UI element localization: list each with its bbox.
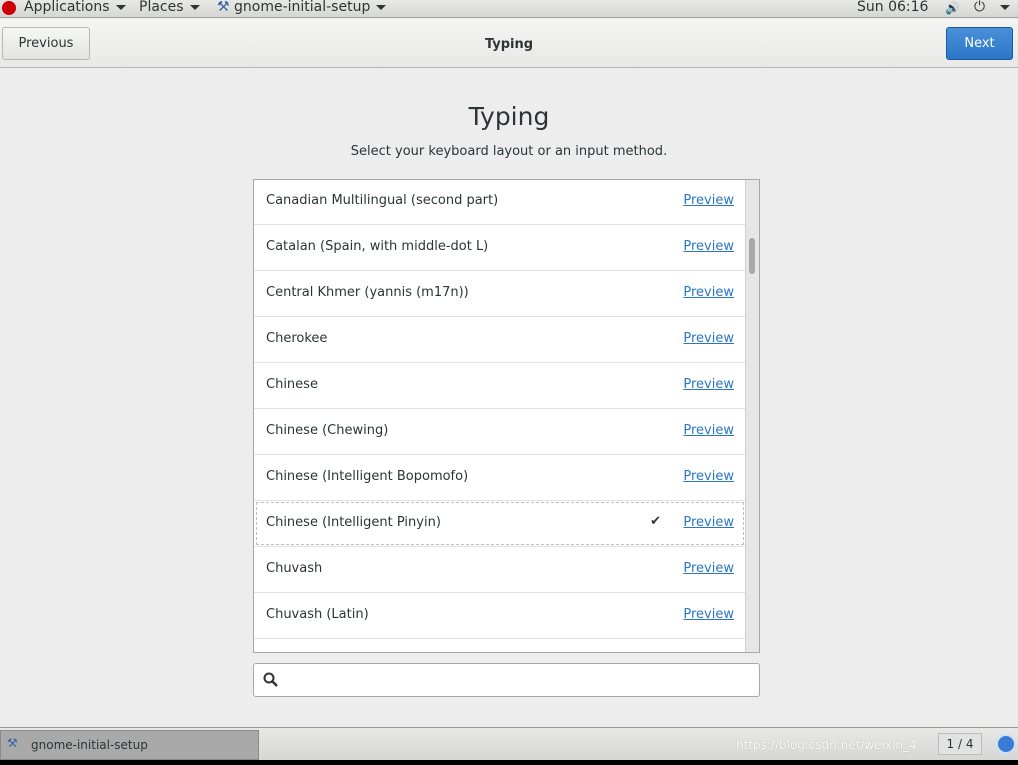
tools-icon: ⚒: [217, 0, 230, 15]
layout-name: Chuvash (Latin): [266, 607, 369, 622]
layout-list-item[interactable]: Chuvash Preview: [254, 547, 745, 593]
notification-icon[interactable]: [996, 734, 1016, 754]
screen-edge: [0, 760, 1018, 765]
header-title: Typing: [484, 37, 534, 52]
search-input[interactable]: [253, 663, 760, 697]
layout-name: Canadian Multilingual (second part): [266, 193, 499, 208]
layout-list-item[interactable]: Cherokee Preview: [254, 317, 745, 363]
search-icon: [263, 672, 278, 687]
power-icon[interactable]: ⏻: [974, 0, 985, 15]
places-label: Places: [139, 0, 184, 15]
app-menu[interactable]: gnome-initial-setup: [234, 0, 387, 15]
layout-name: Central Khmer (yannis (m17n)): [266, 285, 469, 300]
redhat-logo-icon: [2, 1, 16, 15]
chevron-down-icon: [376, 4, 387, 10]
taskbar-window-button[interactable]: ⚒ gnome-initial-setup: [0, 730, 259, 760]
layout-name: Chinese (Intelligent Bopomofo): [266, 469, 469, 484]
preview-link[interactable]: Preview: [683, 239, 734, 254]
layout-name: Chuvash: [266, 561, 323, 576]
applications-menu[interactable]: Applications: [24, 0, 126, 15]
keyboard-layout-list[interactable]: Canadian Multilingual (second part) Previ…: [253, 179, 760, 653]
preview-link[interactable]: Preview: [683, 469, 734, 484]
bottom-taskbar: ⚒ gnome-initial-setup https://blog.csdn.n…: [0, 727, 1018, 760]
system-menu-chevron-icon[interactable]: [1000, 4, 1010, 10]
layout-list-item[interactable]: Chinese (Intelligent Bopomofo) Preview: [254, 455, 745, 501]
app-menu-label: gnome-initial-setup: [234, 0, 371, 15]
layout-list-item[interactable]: ✔ Chinese (Intelligent Pinyin) Preview: [254, 501, 745, 547]
taskbar-window-label: gnome-initial-setup: [31, 738, 148, 752]
preview-link[interactable]: Preview: [683, 193, 734, 208]
preview-link[interactable]: Preview: [683, 607, 734, 622]
page-title: Typing: [468, 102, 550, 131]
layout-list-item[interactable]: Chuvash (Latin) Preview: [254, 593, 745, 639]
places-menu[interactable]: Places: [139, 0, 200, 15]
layout-name: Cherokee: [266, 331, 328, 346]
preview-link[interactable]: Preview: [683, 515, 734, 530]
layout-name: Chinese: [266, 377, 318, 392]
tools-icon: ⚒: [7, 736, 18, 750]
preview-link[interactable]: Preview: [683, 285, 734, 300]
watermark: https://blog.csdn.net/weixin_4: [736, 738, 917, 752]
top-bar: Applications Places ⚒ gnome-initial-setu…: [0, 0, 1018, 18]
chevron-down-icon: [189, 4, 200, 10]
preview-link[interactable]: Preview: [683, 561, 734, 576]
layout-list-item[interactable]: Canadian Multilingual (second part) Previ…: [254, 180, 745, 225]
layout-list-item[interactable]: Catalan (Spain, with middle-dot L) Previe…: [254, 225, 745, 271]
preview-link[interactable]: Preview: [683, 331, 734, 346]
applications-label: Applications: [24, 0, 110, 15]
layout-list-item[interactable]: Chinese Preview: [254, 363, 745, 409]
checkmark-icon: ✔: [650, 514, 661, 529]
scrollbar[interactable]: [745, 180, 759, 652]
volume-icon[interactable]: 🔊: [945, 1, 960, 15]
layout-list-item[interactable]: Central Khmer (yannis (m17n)) Preview: [254, 271, 745, 317]
next-button[interactable]: Next: [946, 27, 1013, 60]
preview-link[interactable]: Preview: [683, 377, 734, 392]
header-bar: Previous Typing Next: [0, 19, 1018, 68]
page-subtitle: Select your keyboard layout or an input …: [350, 144, 668, 159]
layout-name: Chinese (Intelligent Pinyin): [266, 515, 441, 530]
layout-name: Catalan (Spain, with middle-dot L): [266, 239, 489, 254]
preview-link[interactable]: Preview: [683, 423, 734, 438]
workspace-indicator[interactable]: 1 / 4: [938, 733, 982, 755]
scrollbar-thumb[interactable]: [749, 238, 755, 274]
chevron-down-icon: [115, 4, 126, 10]
layout-list-item[interactable]: Chinese (Chewing) Preview: [254, 409, 745, 455]
layout-name: Chinese (Chewing): [266, 423, 389, 438]
clock[interactable]: Sun 06:16: [857, 0, 928, 15]
